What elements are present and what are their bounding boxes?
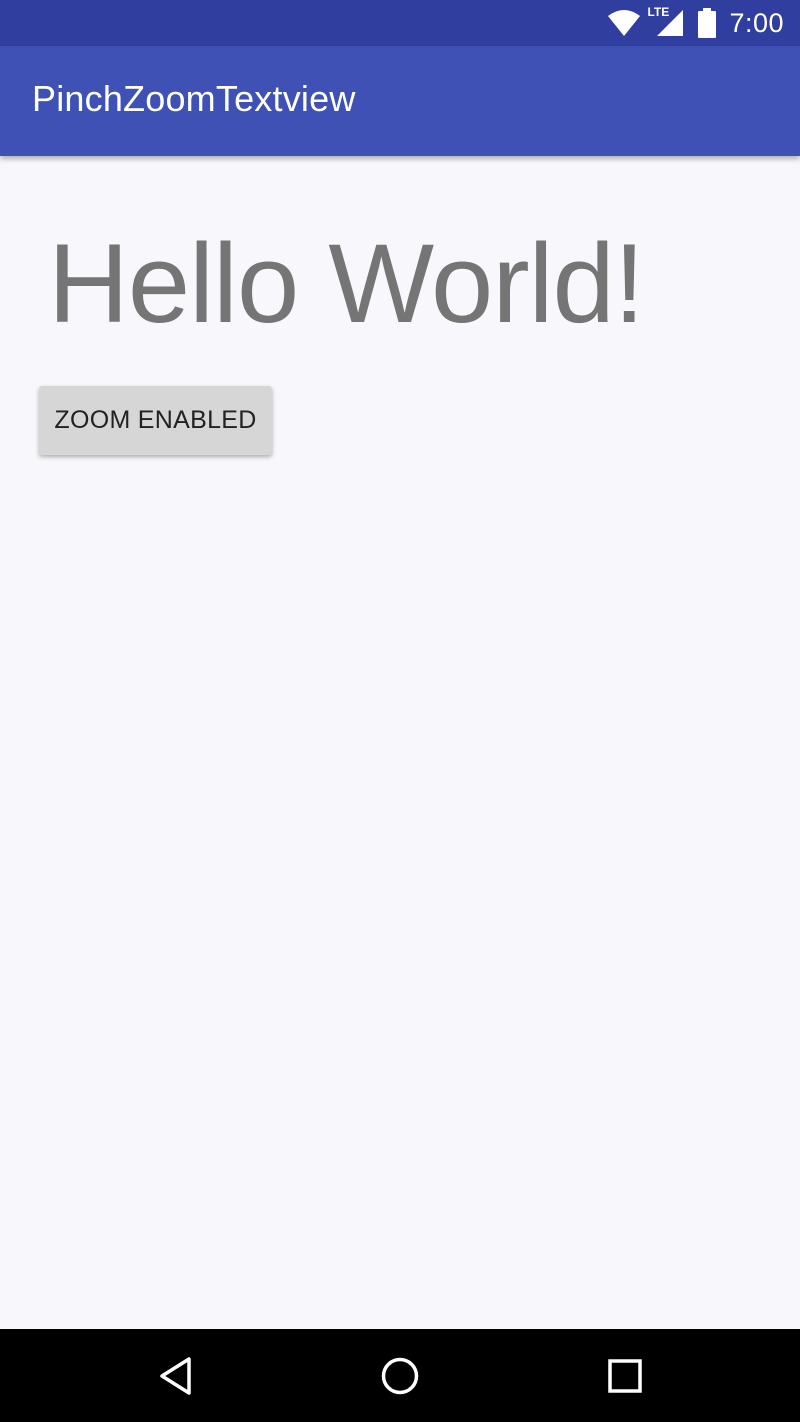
app-bar: PinchZoomTextview <box>0 46 800 156</box>
status-bar: LTE 7:00 <box>0 0 800 46</box>
cell-signal-icon: LTE <box>647 5 685 38</box>
navigation-bar <box>0 1329 800 1422</box>
network-type-label: LTE <box>647 5 670 19</box>
back-button[interactable] <box>116 1329 236 1422</box>
main-content: Hello World! ZOOM ENABLED <box>0 156 800 1329</box>
battery-icon <box>697 8 717 38</box>
phone-screen: LTE 7:00 PinchZoomTextview Hello World! … <box>0 0 800 1422</box>
wifi-icon <box>607 8 641 38</box>
back-icon <box>158 1356 194 1396</box>
home-icon <box>380 1356 420 1396</box>
status-icons: LTE 7:00 <box>607 0 784 46</box>
hello-world-text[interactable]: Hello World! <box>48 222 645 345</box>
home-button[interactable] <box>340 1329 460 1422</box>
zoom-enabled-button[interactable]: ZOOM ENABLED <box>39 386 272 455</box>
app-title: PinchZoomTextview <box>32 78 356 119</box>
recents-button[interactable] <box>565 1329 685 1422</box>
recents-icon <box>607 1358 643 1394</box>
status-time: 7:00 <box>729 7 784 38</box>
